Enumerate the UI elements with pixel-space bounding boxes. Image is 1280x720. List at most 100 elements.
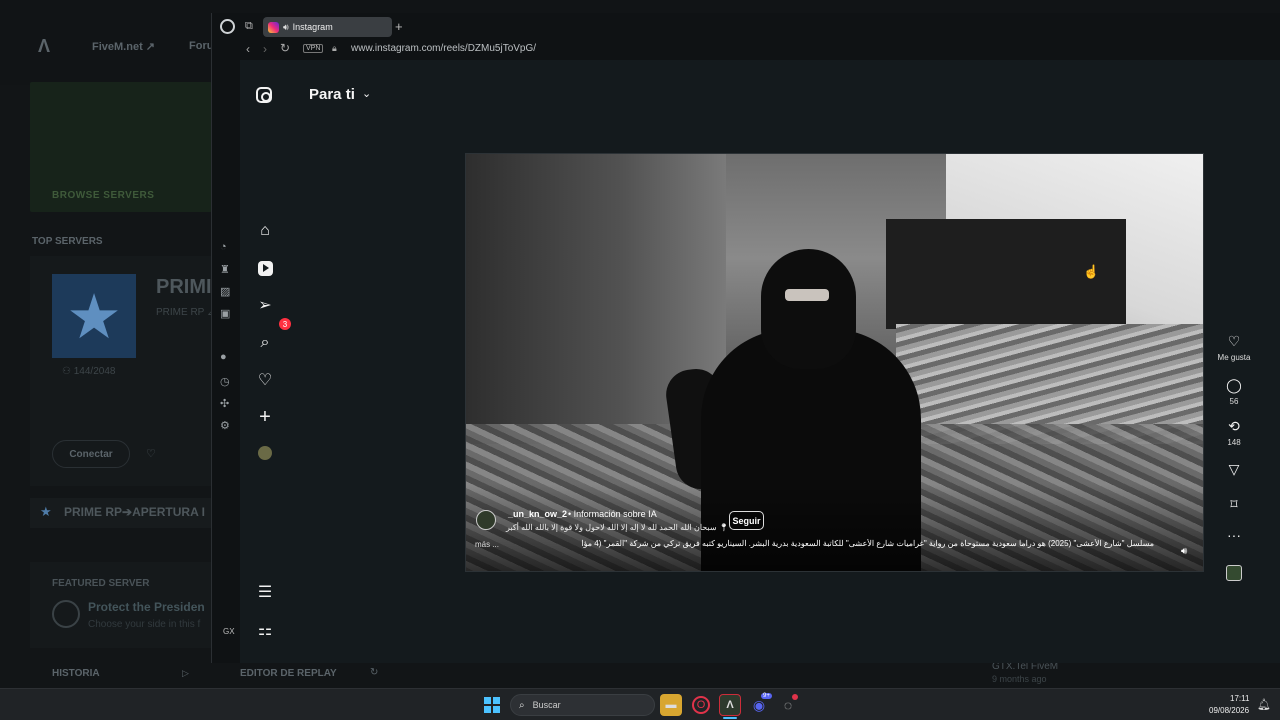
server-subtitle: PRIME RP ⊿ bbox=[156, 307, 216, 318]
featured-server-heading: FEATURED SERVER bbox=[52, 578, 150, 589]
fivem-icon[interactable]: Λ bbox=[719, 694, 741, 716]
opera-gx-window: ⧉ 🔊︎ Instagram + ‹ › ↻ VPN 🔒︎ www.instag… bbox=[211, 13, 1280, 663]
address-bar: ‹ › ↻ VPN 🔒︎ www.instagram.com/reels/DZM… bbox=[212, 40, 1280, 60]
search-icon[interactable]: ⌕ bbox=[256, 334, 274, 352]
speaker-icon[interactable]: 🔊︎ bbox=[1181, 546, 1187, 557]
author-avatar[interactable] bbox=[476, 510, 496, 530]
server-players: ⚇ 144/2048 bbox=[62, 366, 115, 377]
discord-badge: 9+ bbox=[761, 693, 772, 699]
reload-button[interactable]: ↻ bbox=[280, 41, 290, 55]
server-logo: ★ bbox=[52, 274, 136, 358]
new-tab-button[interactable]: + bbox=[395, 19, 403, 34]
search-icon: ⌕ bbox=[519, 699, 525, 711]
history-icon[interactable]: ◷ bbox=[220, 375, 230, 388]
heart-icon[interactable]: ♡ bbox=[256, 371, 274, 389]
follow-button[interactable]: Seguir bbox=[729, 511, 764, 530]
favorite-heart-icon[interactable]: ♡ bbox=[146, 447, 156, 460]
repost-count: 148 bbox=[1227, 438, 1241, 447]
back-button[interactable]: ‹ bbox=[246, 42, 250, 56]
like-label: Me gusta bbox=[1217, 353, 1251, 362]
active-app-indicator bbox=[723, 717, 737, 719]
file-explorer-icon[interactable]: ▬ bbox=[660, 694, 682, 716]
forward-button[interactable]: › bbox=[263, 42, 267, 56]
opera-gx-icon[interactable]: O bbox=[692, 696, 710, 714]
comment-button[interactable]: ◯ 56 bbox=[1217, 377, 1251, 406]
clock-date[interactable]: 09/08/2026 bbox=[1209, 706, 1249, 715]
create-plus-icon[interactable]: + bbox=[256, 406, 274, 428]
like-button[interactable]: ♡ Me gusta bbox=[1217, 333, 1251, 362]
reel-video[interactable]: _un_kn_ow_2 • Información sobre IA 📍︎ سب… bbox=[465, 153, 1204, 572]
featured-server-title: Protect the Presiden bbox=[88, 600, 205, 614]
figure-eyes bbox=[785, 289, 829, 301]
server-row-title: PRIME RP➔APERTURA I bbox=[64, 505, 205, 519]
windows-taskbar: ⌕ Buscar ▬ O Λ ◉ 9+ ◌ 17:11 09/08/2026 🔔… bbox=[0, 688, 1280, 720]
clock-time[interactable]: 17:11 bbox=[1230, 694, 1249, 703]
extensions-icon[interactable]: ✣ bbox=[220, 397, 229, 410]
replay-editor-tab[interactable]: EDITOR DE REPLAY bbox=[240, 668, 337, 679]
player-count: 144/2048 bbox=[73, 366, 116, 377]
server-name: PRIMI bbox=[156, 276, 212, 298]
speaker-icon[interactable]: 🔊︎ bbox=[283, 22, 289, 33]
historia-tab[interactable]: HISTORIA bbox=[52, 668, 100, 679]
messenger-icon[interactable]: ▣ bbox=[220, 307, 230, 320]
tab-instagram[interactable]: 🔊︎ Instagram bbox=[263, 17, 392, 37]
vpn-badge[interactable]: VPN bbox=[303, 44, 324, 53]
author-username[interactable]: _un_kn_ow_2 bbox=[508, 509, 567, 519]
save-button[interactable]: ⌑ bbox=[1217, 496, 1251, 513]
play-icon[interactable]: ▷ bbox=[182, 668, 189, 679]
gx-label: GX bbox=[223, 627, 235, 636]
comment-icon: ◯ bbox=[1226, 377, 1242, 393]
tab-islands-icon[interactable]: ⧉ bbox=[245, 20, 253, 33]
server-row-icon: ★ bbox=[40, 504, 52, 519]
instagram-logo-icon[interactable] bbox=[256, 87, 272, 103]
audio-thumbnail[interactable] bbox=[1226, 565, 1242, 581]
instagram-favicon-icon bbox=[268, 21, 279, 33]
messages-badge: 3 bbox=[279, 318, 291, 330]
spotify-icon[interactable]: ● bbox=[220, 351, 227, 363]
direct-messages-icon[interactable]: ➢ bbox=[256, 296, 274, 314]
url-field[interactable]: www.instagram.com/reels/DZMu5jToVpG/ bbox=[351, 43, 536, 54]
fivem-net-link[interactable]: FiveM.net ↗ bbox=[92, 40, 155, 53]
bookmark-icon: ⌑ bbox=[1230, 496, 1238, 512]
more-apps-icon[interactable]: ⚏ bbox=[256, 621, 274, 639]
chevron-down-icon[interactable]: ⌄ bbox=[362, 87, 371, 100]
forum-link[interactable]: Foru bbox=[189, 40, 213, 52]
fivem-logo[interactable]: Λ bbox=[38, 36, 50, 57]
opera-menu-icon[interactable] bbox=[220, 19, 235, 34]
ai-info-label[interactable]: • Información sobre IA bbox=[568, 509, 657, 519]
featured-server-icon bbox=[52, 600, 80, 628]
windows-start-icon[interactable] bbox=[484, 697, 500, 713]
search-placeholder: Buscar bbox=[532, 700, 561, 710]
post-location: 📍︎ سبحان الله الحمد لله لا إله إلا الله … bbox=[506, 523, 729, 532]
tab-title: Instagram bbox=[292, 22, 333, 32]
more-options-button[interactable]: ··· bbox=[1217, 527, 1251, 543]
location-text: سبحان الله الحمد لله لا إله إلا الله لاح… bbox=[506, 523, 717, 532]
caption-more-link[interactable]: más ... bbox=[475, 540, 499, 549]
speed-dial-icon[interactable]: ◔ bbox=[220, 241, 227, 253]
comment-count: 56 bbox=[1229, 397, 1239, 406]
news-time: 9 months ago bbox=[992, 674, 1047, 684]
profile-avatar[interactable] bbox=[258, 446, 272, 460]
lock-icon[interactable]: 🔒︎ bbox=[332, 43, 337, 54]
hand-cursor-icon: ☝ bbox=[1083, 264, 1100, 279]
bell-icon[interactable]: 🔔︎ bbox=[1257, 698, 1271, 711]
instagram-page: ⌂ ➢ 3 ⌕ ♡ + ☰ ⚏ GX Para ti ⌄ _un_kn_ow_2… bbox=[223, 60, 1280, 663]
reels-icon[interactable] bbox=[256, 259, 274, 277]
gx-control-icon[interactable]: ♜ bbox=[220, 263, 230, 276]
repost-icon: ⟲ bbox=[1228, 418, 1240, 434]
refresh-icon[interactable]: ↻ bbox=[370, 667, 378, 678]
settings-gear-icon[interactable]: ⚙ bbox=[220, 419, 230, 432]
connect-button[interactable]: Conectar bbox=[52, 440, 130, 468]
star-icon: ★ bbox=[66, 282, 122, 352]
tab-bar: ⧉ 🔊︎ Instagram + bbox=[212, 13, 1280, 40]
figure-head bbox=[761, 249, 856, 369]
home-icon[interactable]: ⌂ bbox=[256, 222, 274, 240]
hamburger-menu-icon[interactable]: ☰ bbox=[256, 583, 274, 601]
feed-title[interactable]: Para ti bbox=[309, 86, 355, 103]
gx-corner-icon[interactable]: ▨ bbox=[220, 285, 230, 298]
post-caption: مسلسل "شارع الأعشى" (2025) هو دراما سعود… bbox=[581, 539, 1154, 548]
more-icon: ··· bbox=[1227, 527, 1241, 543]
repost-button[interactable]: ⟲ 148 bbox=[1217, 418, 1251, 447]
share-button[interactable]: ▽ bbox=[1217, 461, 1251, 478]
taskbar-search[interactable]: ⌕ Buscar bbox=[510, 694, 655, 716]
